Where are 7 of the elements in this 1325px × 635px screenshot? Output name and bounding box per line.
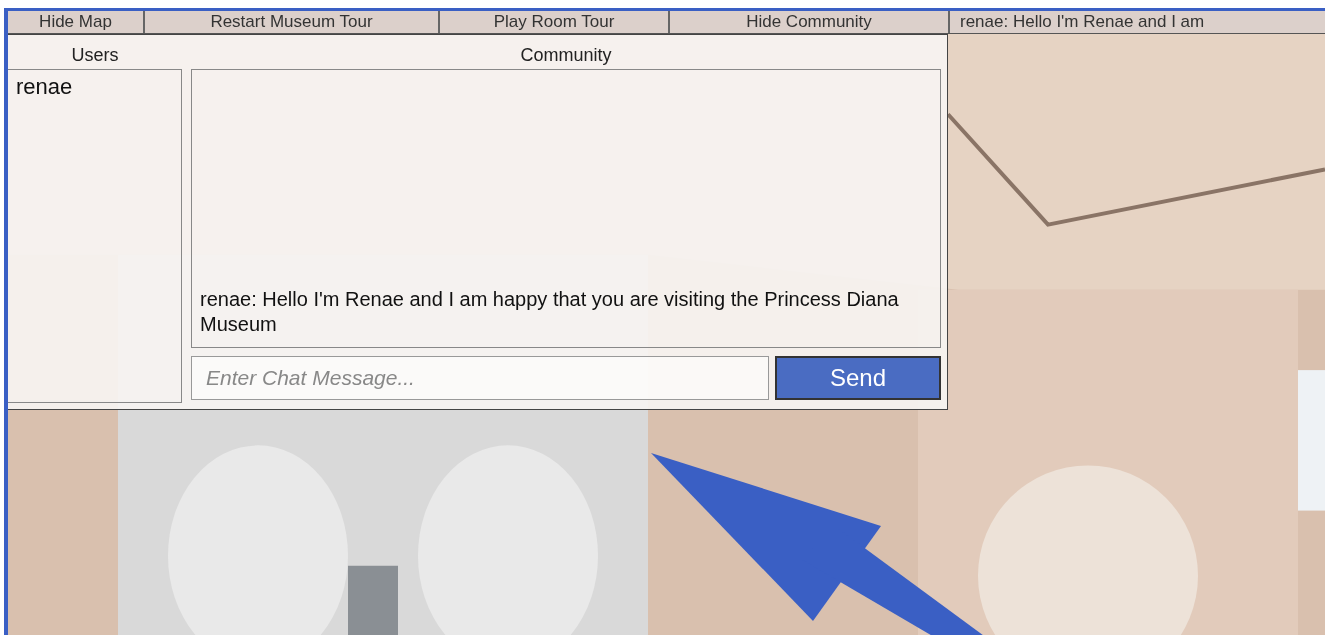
- community-title: Community: [519, 44, 613, 67]
- users-title: Users: [70, 44, 120, 67]
- chat-input-field[interactable]: Enter Chat Message...: [191, 356, 769, 400]
- ticker-text: renae: Hello I'm Renae and I am: [959, 11, 1206, 33]
- send-button[interactable]: Send: [775, 356, 941, 400]
- user-item[interactable]: renae: [16, 74, 73, 100]
- chat-message: renae: Hello I'm Renae and I am happy that you are visiting the Princess Diana Museum: [200, 287, 900, 337]
